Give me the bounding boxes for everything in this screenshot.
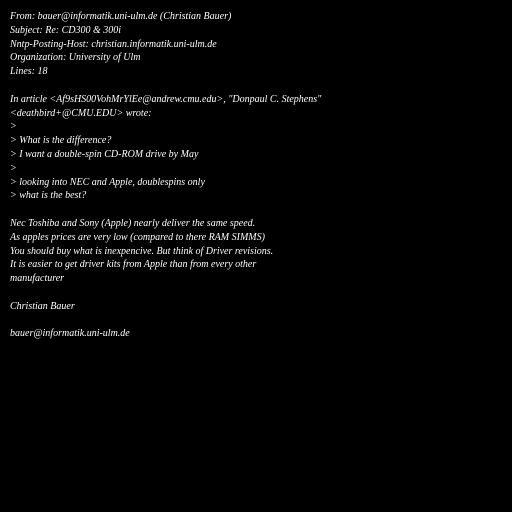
- body-line: manufacturer: [10, 273, 65, 285]
- attribution-line: In article <Af9sHS00VohMrYlEe@andrew.cmu…: [10, 93, 322, 105]
- header-organization: Organization: University of Ulm: [10, 52, 141, 64]
- quoted-line: > what is the best?: [10, 190, 87, 202]
- quoted-line: > I want a double-spin CD-ROM drive by M…: [10, 148, 199, 160]
- header-lines: Lines: 18: [10, 66, 48, 78]
- body-line: It is easier to get driver kits from App…: [10, 259, 257, 271]
- attribution-line: <deathbird+@CMU.EDU> wrote:: [10, 107, 152, 119]
- quoted-line: >: [10, 162, 17, 174]
- body-line: You should buy what is inexpencive. But …: [10, 245, 274, 257]
- signature-email: bauer@informatik.uni-ulm.de: [10, 328, 130, 340]
- signature-name: Christian Bauer: [10, 300, 75, 312]
- email-message: From: bauer@informatik.uni-ulm.de (Chris…: [10, 10, 505, 341]
- header-nntp-posting-host: Nntp-Posting-Host: christian.informatik.…: [10, 38, 217, 50]
- quoted-line: > What is the difference?: [10, 135, 112, 147]
- quoted-line: >: [10, 121, 17, 133]
- header-subject: Subject: Re: CD300 & 300i: [10, 24, 122, 36]
- header-from: From: bauer@informatik.uni-ulm.de (Chris…: [10, 11, 232, 22]
- body-line: As apples prices are very low (compared …: [10, 231, 265, 243]
- quoted-line: > looking into NEC and Apple, doublespin…: [10, 176, 205, 188]
- body-line: Nec Toshiba and Sony (Apple) nearly deli…: [10, 217, 256, 229]
